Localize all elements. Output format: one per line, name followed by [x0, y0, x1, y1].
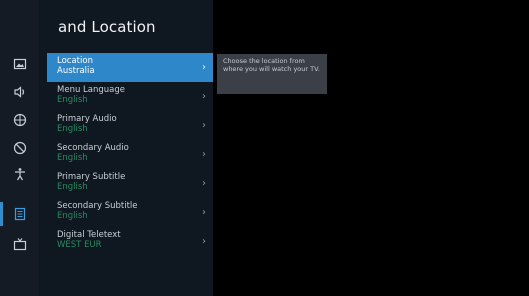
accessibility-icon[interactable]	[0, 162, 39, 186]
parental-icon[interactable]	[0, 136, 39, 160]
menu-item-label: Primary Audio	[57, 114, 117, 124]
sound-icon[interactable]	[0, 80, 39, 104]
chevron-right-icon: ›	[202, 149, 206, 160]
menu-item-secondary-audio[interactable]: Secondary Audio English ›	[47, 140, 213, 169]
menu-item-value: English	[57, 211, 88, 221]
chevron-right-icon: ›	[202, 178, 206, 189]
settings-icon-rail	[0, 0, 39, 296]
menu-item-location[interactable]: Location Australia ›	[47, 53, 213, 82]
chevron-right-icon: ›	[202, 207, 206, 218]
channels-icon[interactable]	[0, 232, 39, 256]
menu-item-label: Menu Language	[57, 85, 125, 95]
menu-item-label: Secondary Audio	[57, 143, 129, 153]
menu-item-value: English	[57, 95, 88, 105]
network-icon[interactable]	[0, 108, 39, 132]
menu-item-value: English	[57, 182, 88, 192]
menu-item-value: English	[57, 124, 88, 134]
menu-item-label: Digital Teletext	[57, 230, 121, 240]
menu-item-label: Primary Subtitle	[57, 172, 126, 182]
chevron-right-icon: ›	[202, 120, 206, 131]
help-tooltip: Choose the location from where you will …	[217, 54, 327, 94]
menu-item-value: Australia	[57, 66, 95, 76]
menu-item-primary-audio[interactable]: Primary Audio English ›	[47, 111, 213, 140]
page-title: and Location	[58, 18, 156, 36]
menu-item-value: WEST EUR	[57, 240, 102, 250]
menu-item-menu-language[interactable]: Menu Language English ›	[47, 82, 213, 111]
menu-item-primary-subtitle[interactable]: Primary Subtitle English ›	[47, 169, 213, 198]
settings-menu: Location Australia › Menu Language Engli…	[47, 53, 213, 256]
menu-item-label: Secondary Subtitle	[57, 201, 138, 211]
menu-item-label: Location	[57, 56, 93, 66]
chevron-right-icon: ›	[202, 91, 206, 102]
menu-item-secondary-subtitle[interactable]: Secondary Subtitle English ›	[47, 198, 213, 227]
menu-item-value: English	[57, 153, 88, 163]
chevron-right-icon: ›	[202, 236, 206, 247]
system-icon[interactable]	[0, 202, 39, 226]
menu-item-digital-teletext[interactable]: Digital Teletext WEST EUR ›	[47, 227, 213, 256]
picture-icon[interactable]	[0, 52, 39, 76]
chevron-right-icon: ›	[202, 62, 206, 73]
